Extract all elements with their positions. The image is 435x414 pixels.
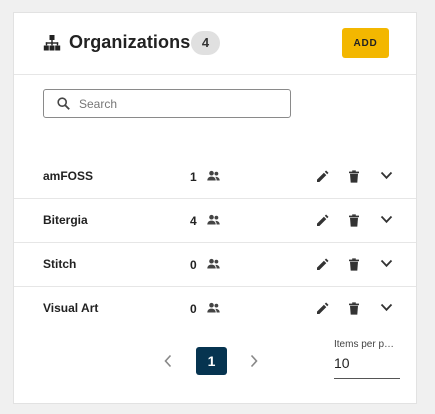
page-button-current[interactable]: 1: [196, 347, 227, 375]
pencil-icon[interactable]: [316, 214, 329, 227]
list-item: Visual Art 0: [14, 287, 416, 330]
organization-name: amFOSS: [43, 169, 94, 183]
organization-name: Stitch: [43, 257, 77, 271]
count-badge: 4: [191, 31, 220, 55]
pencil-icon[interactable]: [316, 170, 329, 183]
search-icon: [57, 97, 70, 110]
chevron-down-icon[interactable]: [380, 259, 393, 268]
chevron-down-icon[interactable]: [380, 171, 393, 180]
people-icon: [207, 258, 220, 269]
trash-icon[interactable]: [348, 214, 360, 227]
organization-list: amFOSS 1 Bitergia 4 Stitch 0 Visual Art …: [14, 155, 416, 330]
chevron-right-icon[interactable]: [249, 354, 259, 368]
chevron-left-icon[interactable]: [163, 354, 173, 368]
trash-icon[interactable]: [348, 302, 360, 315]
pencil-icon[interactable]: [316, 302, 329, 315]
people-icon: [207, 170, 220, 181]
chevron-down-icon[interactable]: [380, 303, 393, 312]
search-field[interactable]: [43, 89, 291, 118]
pencil-icon[interactable]: [316, 258, 329, 271]
trash-icon[interactable]: [348, 170, 360, 183]
member-count: 4: [190, 214, 197, 228]
list-item: Bitergia 4: [14, 199, 416, 243]
list-item: amFOSS 1: [14, 155, 416, 199]
member-count: 1: [190, 170, 197, 184]
people-icon: [207, 214, 220, 225]
list-item: Stitch 0: [14, 243, 416, 287]
organization-name: Bitergia: [43, 213, 88, 227]
trash-icon[interactable]: [348, 258, 360, 271]
items-per-page-select[interactable]: 10: [334, 353, 400, 379]
people-icon: [207, 302, 220, 313]
search-input[interactable]: [79, 90, 284, 117]
chevron-down-icon[interactable]: [380, 215, 393, 224]
add-button[interactable]: ADD: [342, 28, 389, 58]
member-count: 0: [190, 302, 197, 316]
card-header: Organizations 4 ADD: [14, 13, 416, 75]
page-title: Organizations: [69, 32, 191, 52]
organization-name: Visual Art: [43, 301, 99, 315]
sitemap-icon: [43, 35, 61, 51]
items-per-page-label: Items per page: [334, 339, 398, 350]
organizations-card: Organizations 4 ADD amFOSS 1: [13, 12, 417, 404]
member-count: 0: [190, 258, 197, 272]
